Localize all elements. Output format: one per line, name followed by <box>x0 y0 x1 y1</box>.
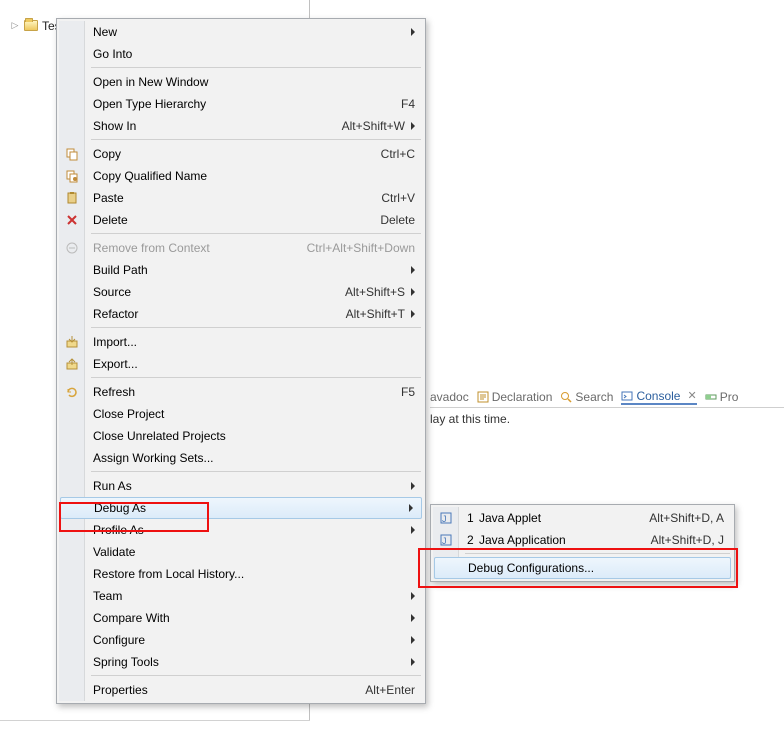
menu-paste[interactable]: PasteCtrl+V <box>59 187 423 209</box>
menu-open-type-hierarchy[interactable]: Open Type HierarchyF4 <box>59 93 423 115</box>
submenu-arrow-icon <box>411 592 415 600</box>
menu-copy[interactable]: CopyCtrl+C <box>59 143 423 165</box>
export-icon <box>64 356 80 372</box>
console-message: lay at this time. <box>430 412 510 426</box>
item-number: 2 <box>467 533 479 547</box>
delete-icon <box>64 212 80 228</box>
context-menu: New Go Into Open in New Window Open Type… <box>56 18 426 704</box>
svg-text:J: J <box>442 536 447 546</box>
menu-restore-history[interactable]: Restore from Local History... <box>59 563 423 585</box>
tab-progress[interactable]: Pro <box>705 390 739 404</box>
menu-team[interactable]: Team <box>59 585 423 607</box>
menu-spring-tools[interactable]: Spring Tools <box>59 651 423 673</box>
javadoc-label: avadoc <box>430 390 469 404</box>
menu-debug-as[interactable]: Debug As <box>60 497 422 519</box>
submenu-arrow-icon <box>411 310 415 318</box>
menu-close-project[interactable]: Close Project <box>59 403 423 425</box>
submenu-arrow-icon <box>409 504 413 512</box>
submenu-debug-configurations[interactable]: Debug Configurations... <box>434 557 731 579</box>
menu-import[interactable]: Import... <box>59 331 423 353</box>
submenu-arrow-icon <box>411 28 415 36</box>
menu-build-path[interactable]: Build Path <box>59 259 423 281</box>
menu-refresh[interactable]: RefreshF5 <box>59 381 423 403</box>
menu-run-as[interactable]: Run As <box>59 475 423 497</box>
svg-text:J: J <box>442 514 447 524</box>
submenu-arrow-icon <box>411 614 415 622</box>
import-icon <box>64 334 80 350</box>
menu-configure[interactable]: Configure <box>59 629 423 651</box>
debug-as-submenu: J 1 Java AppletAlt+Shift+D, A J 2 Java A… <box>430 504 735 582</box>
submenu-arrow-icon <box>411 266 415 274</box>
copy-qualified-icon <box>64 168 80 184</box>
console-label: Console <box>636 389 680 403</box>
progress-label: Pro <box>720 390 739 404</box>
declaration-label: Declaration <box>492 390 553 404</box>
menu-delete[interactable]: DeleteDelete <box>59 209 423 231</box>
search-icon <box>560 391 572 403</box>
tab-search[interactable]: Search <box>560 390 613 404</box>
menu-refactor[interactable]: RefactorAlt+Shift+T <box>59 303 423 325</box>
menu-new[interactable]: New <box>59 21 423 43</box>
view-tabs: avadoc Declaration Search Console ✕ Pro <box>430 388 784 408</box>
menu-profile-as[interactable]: Profile As <box>59 519 423 541</box>
submenu-arrow-icon <box>411 658 415 666</box>
folder-icon <box>24 20 38 31</box>
menu-go-into[interactable]: Go Into <box>59 43 423 65</box>
java-applet-icon: J <box>438 510 454 526</box>
item-number: 1 <box>467 511 479 525</box>
expand-triangle-icon[interactable]: ▷ <box>10 20 20 31</box>
menu-close-unrelated[interactable]: Close Unrelated Projects <box>59 425 423 447</box>
submenu-arrow-icon <box>411 122 415 130</box>
menu-open-new-window[interactable]: Open in New Window <box>59 71 423 93</box>
console-icon <box>621 390 633 402</box>
search-label: Search <box>575 390 613 404</box>
submenu-arrow-icon <box>411 482 415 490</box>
menu-copy-qualified[interactable]: Copy Qualified Name <box>59 165 423 187</box>
submenu-java-application[interactable]: J 2 Java ApplicationAlt+Shift+D, J <box>433 529 732 551</box>
java-application-icon: J <box>438 532 454 548</box>
submenu-arrow-icon <box>411 288 415 296</box>
menu-compare-with[interactable]: Compare With <box>59 607 423 629</box>
menu-assign-working-sets[interactable]: Assign Working Sets... <box>59 447 423 469</box>
declaration-icon <box>477 391 489 403</box>
menu-validate[interactable]: Validate <box>59 541 423 563</box>
submenu-arrow-icon <box>411 636 415 644</box>
tab-declaration[interactable]: Declaration <box>477 390 553 404</box>
tab-javadoc[interactable]: avadoc <box>430 390 469 404</box>
menu-export[interactable]: Export... <box>59 353 423 375</box>
submenu-java-applet[interactable]: J 1 Java AppletAlt+Shift+D, A <box>433 507 732 529</box>
menu-remove-context: Remove from ContextCtrl+Alt+Shift+Down <box>59 237 423 259</box>
menu-properties[interactable]: PropertiesAlt+Enter <box>59 679 423 701</box>
copy-icon <box>64 146 80 162</box>
refresh-icon <box>64 384 80 400</box>
progress-icon <box>705 391 717 403</box>
menu-show-in[interactable]: Show InAlt+Shift+W <box>59 115 423 137</box>
menu-source[interactable]: SourceAlt+Shift+S <box>59 281 423 303</box>
paste-icon <box>64 190 80 206</box>
submenu-arrow-icon <box>411 526 415 534</box>
close-icon[interactable]: ✕ <box>687 389 696 402</box>
tab-console[interactable]: Console ✕ <box>621 389 696 405</box>
divider <box>0 720 310 721</box>
remove-context-icon <box>64 240 80 256</box>
